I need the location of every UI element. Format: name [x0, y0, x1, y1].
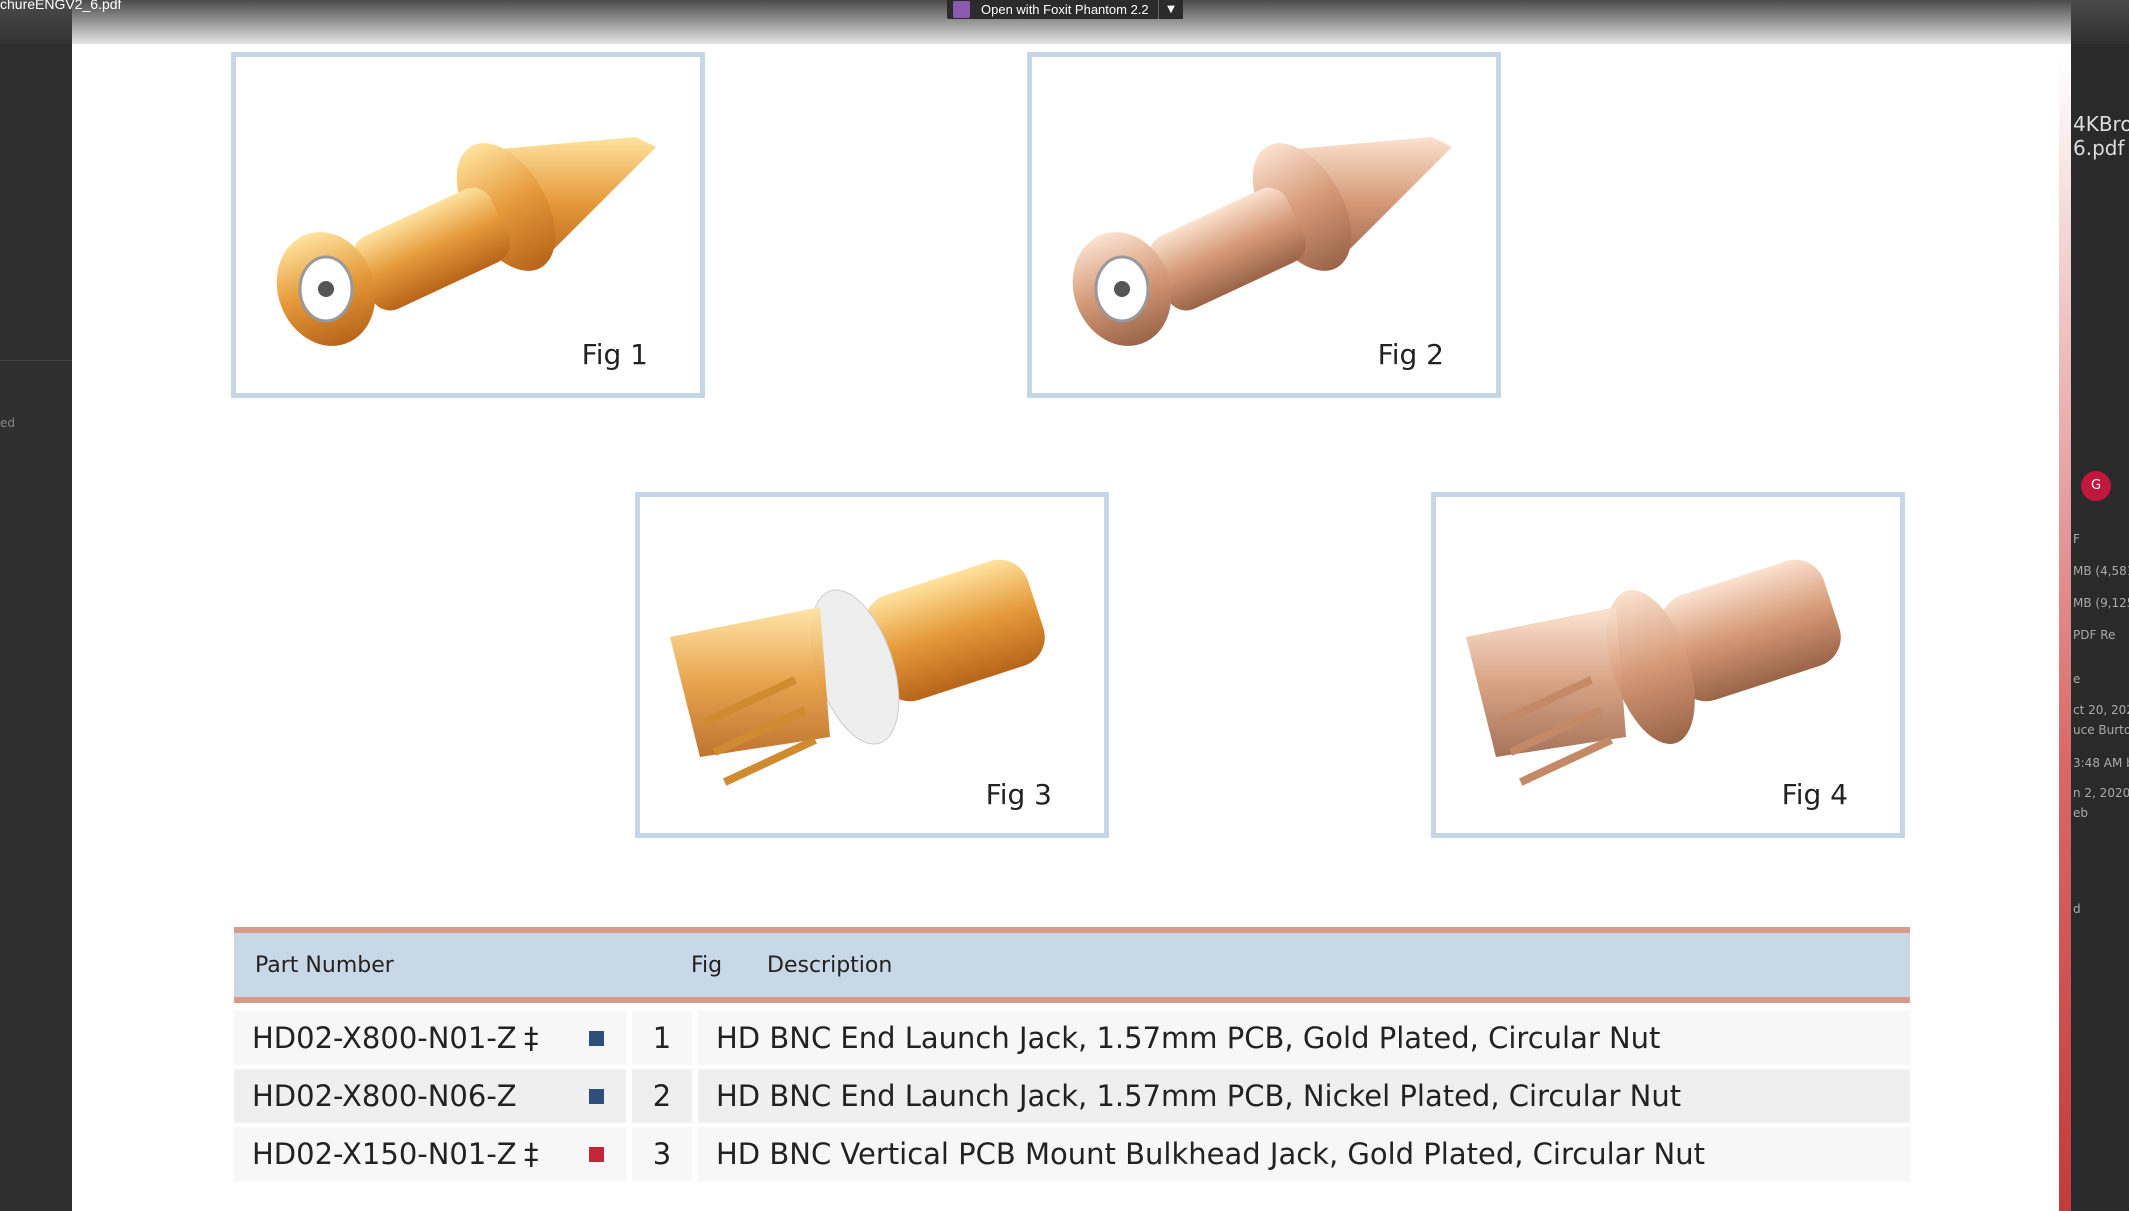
color-square-icon — [589, 1089, 604, 1104]
viewer-top-bar: chureENGV2_6.pdf Open with Foxit Phantom… — [0, 0, 2129, 44]
fig-cell: 2 — [632, 1069, 692, 1123]
left-panel-label: ed — [0, 416, 15, 430]
color-square-icon — [589, 1031, 604, 1046]
fig-cell: 1 — [632, 1011, 692, 1065]
header-description: Description — [767, 953, 893, 978]
table-row: HD02-X800-N06-Z 2 HD BNC End Launch Jack… — [234, 1069, 1910, 1125]
open-with-dropdown[interactable]: ▼ — [1158, 0, 1183, 19]
table-row: HD02-X150-N01-Z ‡ 3 HD BNC Vertical PCB … — [234, 1127, 1910, 1183]
figure-3: Fig 3 — [635, 492, 1109, 838]
table-header: Part Number Fig Description — [234, 933, 1910, 997]
side-line: ct 20, 202 — [2073, 703, 2129, 717]
right-side-panel: 4KBro 6.pdf G F MB (4,581 MB (9,125 PDF … — [2071, 0, 2129, 1211]
fig-cell: 3 — [632, 1127, 692, 1181]
figure-1: Fig 1 — [231, 52, 705, 398]
description-cell: HD BNC End Launch Jack, 1.57mm PCB, Nick… — [698, 1069, 1910, 1123]
double-dagger-mark: ‡ — [524, 1137, 539, 1171]
figure-caption: Fig 3 — [985, 778, 1052, 811]
side-file-title: 4KBro 6.pdf — [2073, 112, 2129, 160]
left-panel: ed — [0, 0, 72, 1211]
open-with-button[interactable]: Open with Foxit Phantom 2.2 — [947, 0, 1181, 19]
color-square-icon — [589, 1147, 604, 1162]
side-line: n 2, 2020 — [2073, 786, 2129, 800]
figure-caption: Fig 1 — [581, 338, 648, 371]
figure-caption: Fig 4 — [1781, 778, 1848, 811]
figure-caption: Fig 2 — [1377, 338, 1444, 371]
part-number-cell: HD02-X800-N01-Z ‡ — [234, 1011, 626, 1065]
header-part-number: Part Number — [255, 953, 394, 978]
table-row: HD02-X800-N01-Z ‡ 1 HD BNC End Launch Ja… — [234, 1011, 1910, 1067]
side-line: e — [2073, 672, 2081, 686]
chevron-down-icon: ▼ — [1167, 4, 1175, 15]
side-line: d — [2073, 902, 2081, 916]
side-line: F — [2073, 532, 2080, 546]
header-fig: Fig — [691, 953, 723, 978]
side-line: uce Burto — [2073, 723, 2129, 737]
figure-4: Fig 4 — [1431, 492, 1905, 838]
part-number: HD02-X800-N01-Z — [252, 1021, 517, 1055]
table-header-rule — [234, 997, 1910, 1003]
avatar[interactable]: G — [2081, 471, 2111, 501]
figure-2: Fig 2 — [1027, 52, 1501, 398]
document-title: chureENGV2_6.pdf — [0, 0, 122, 12]
side-line: 3:48 AM b — [2073, 756, 2129, 770]
side-line: MB (9,125 — [2073, 596, 2129, 610]
side-line: eb — [2073, 806, 2088, 820]
parts-table: Part Number Fig Description HD02-X800-N0… — [234, 927, 1910, 1183]
part-number-cell: HD02-X800-N06-Z — [234, 1069, 626, 1123]
divider — [0, 360, 72, 361]
foxit-app-icon — [953, 1, 970, 18]
part-number: HD02-X800-N06-Z — [252, 1079, 517, 1113]
part-number: HD02-X150-N01-Z — [252, 1137, 517, 1171]
open-with-label: Open with Foxit Phantom 2.2 — [981, 2, 1149, 17]
double-dagger-mark: ‡ — [524, 1021, 539, 1055]
description-cell: HD BNC End Launch Jack, 1.57mm PCB, Gold… — [698, 1011, 1910, 1065]
side-line: MB (4,581 — [2073, 564, 2129, 578]
part-number-cell: HD02-X150-N01-Z ‡ — [234, 1127, 626, 1181]
side-line[interactable]: PDF Re — [2073, 628, 2115, 642]
description-cell: HD BNC Vertical PCB Mount Bulkhead Jack,… — [698, 1127, 1910, 1181]
